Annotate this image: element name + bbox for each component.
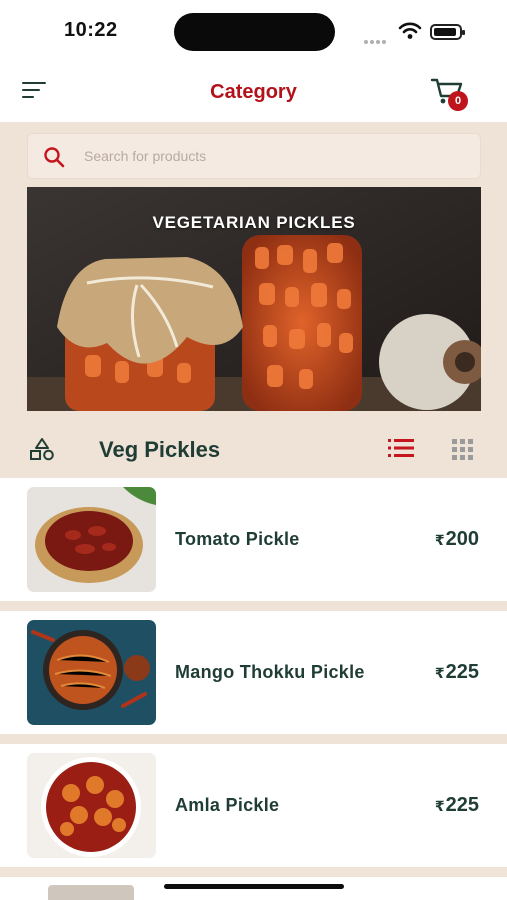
product-name: Mango Thokku Pickle — [175, 662, 365, 682]
app-header: Category 0 — [0, 66, 507, 122]
product-image — [27, 753, 156, 858]
category-banner[interactable]: VEGETARIAN PICKLES — [27, 187, 481, 411]
product-price: ₹200 — [435, 478, 479, 601]
list-view-button[interactable] — [388, 438, 414, 463]
grid-view-icon — [452, 439, 473, 460]
dynamic-island — [174, 13, 335, 51]
price-value: 225 — [445, 794, 479, 816]
section-title: Veg Pickles — [99, 437, 221, 462]
price-value: 200 — [445, 528, 479, 550]
grid-view-button[interactable] — [452, 439, 473, 465]
product-row[interactable]: Tomato Pickle ₹200 — [0, 478, 507, 601]
banner-title: VEGETARIAN PICKLES — [152, 213, 356, 232]
search-icon — [44, 147, 65, 168]
search-input[interactable] — [84, 134, 464, 178]
battery-icon — [430, 24, 465, 40]
currency-symbol: ₹ — [434, 665, 445, 681]
list-view-icon — [388, 439, 414, 457]
signal-icon — [364, 31, 388, 49]
status-icons — [364, 22, 474, 44]
product-name: Amla Pickle — [175, 795, 280, 815]
cart-button[interactable]: 0 — [430, 76, 472, 114]
product-image — [27, 487, 156, 592]
currency-symbol: ₹ — [434, 798, 445, 814]
category-icon — [30, 438, 54, 461]
status-bar: 10:22 — [0, 0, 507, 66]
section-header: Veg Pickles — [0, 422, 507, 476]
cart-count-badge: 0 — [448, 91, 468, 111]
product-row[interactable]: Mango Thokku Pickle ₹225 — [0, 611, 507, 734]
wifi-icon — [398, 22, 422, 39]
product-name: Tomato Pickle — [175, 529, 300, 549]
product-image — [27, 620, 156, 725]
product-row[interactable]: Amla Pickle ₹225 — [0, 744, 507, 867]
search-bar[interactable] — [27, 133, 481, 179]
product-price: ₹225 — [435, 611, 479, 734]
currency-symbol: ₹ — [434, 532, 445, 548]
price-value: 225 — [445, 661, 479, 683]
product-price: ₹225 — [435, 744, 479, 867]
home-indicator[interactable] — [164, 884, 344, 889]
status-time: 10:22 — [64, 19, 118, 41]
product-image — [48, 885, 134, 900]
